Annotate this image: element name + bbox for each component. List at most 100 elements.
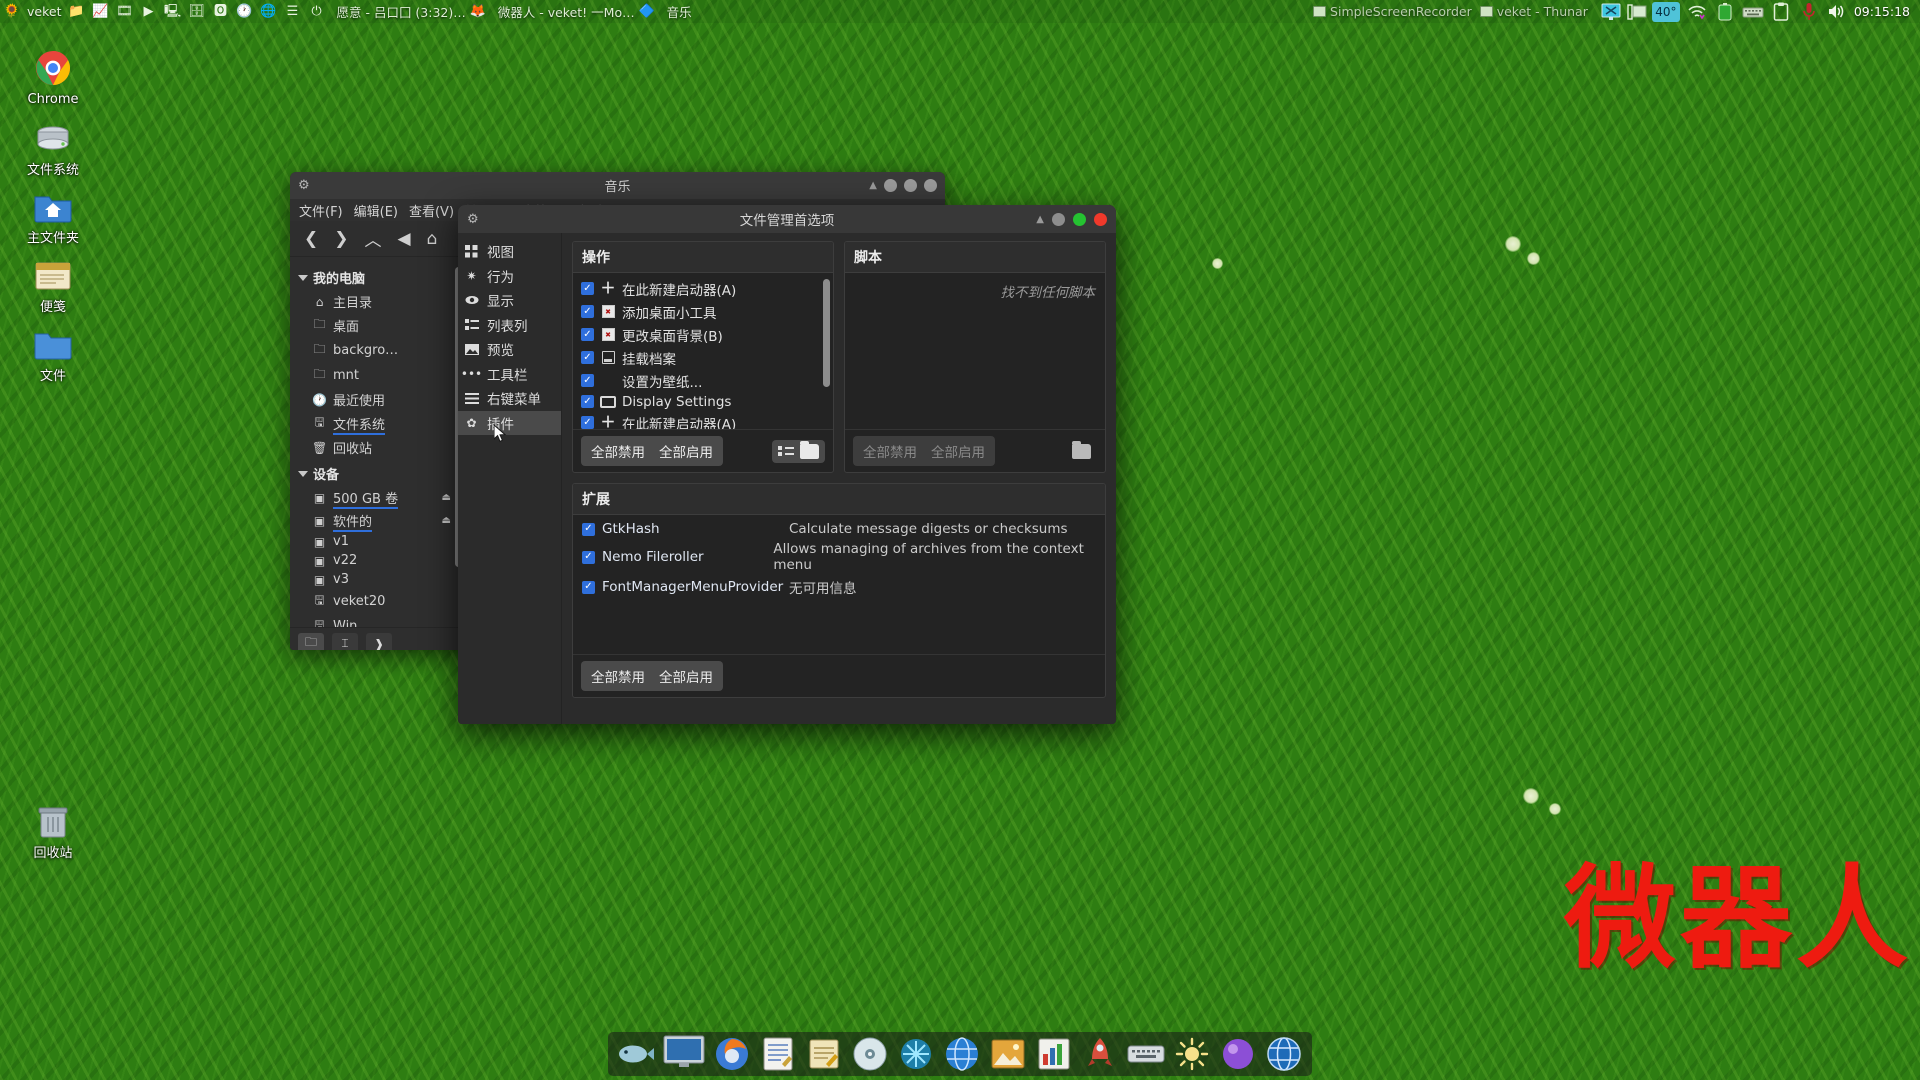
ball-icon[interactable] [1218,1034,1258,1074]
app-icon[interactable]: 🔷 [636,2,658,22]
menu-file[interactable]: 文件(F) [299,201,343,220]
brightness-icon[interactable] [1172,1034,1212,1074]
expander-icon[interactable] [298,274,308,281]
up-icon[interactable]: ︿ [365,226,382,251]
desktop-icon-chrome[interactable]: Chrome [8,46,98,108]
checkbox[interactable] [581,395,594,408]
nav-item-plugins[interactable]: ✿ 插件 [458,410,561,435]
browser-icon[interactable] [1264,1034,1304,1074]
eject-icon[interactable]: ⏏ [442,515,451,526]
extension-row[interactable]: GtkHash Calculate message digests or che… [573,519,1105,539]
files-icon[interactable]: 📁 [65,2,87,22]
scripts-list[interactable]: 找不到任何脚本 [845,273,1105,429]
tree-group-mycomputer[interactable]: 我的电脑 [296,265,465,290]
tree-item-filesystem[interactable]: 🖫 文件系统 [296,411,465,436]
scripts-toggle-all-button[interactable]: 全部禁用 全部启用 [853,436,995,466]
archive-icon[interactable]: 🗄 [185,2,207,22]
globe-blue-icon[interactable] [942,1034,982,1074]
desktop-icon-home[interactable]: 主文件夹 [8,185,98,247]
checkbox[interactable] [581,282,594,295]
nav-item-behavior[interactable]: ✷ 行为 [458,264,561,289]
battery-icon[interactable] [1714,2,1736,22]
desktop-icon-filesystem[interactable]: 文件系统 [8,117,98,179]
nav-item-preview[interactable]: 预览 [458,337,561,362]
list-view-icon[interactable] [778,446,794,456]
dialog-titlebar[interactable]: ⚙ 文件管理首选项 ▲ [458,205,1116,233]
checkbox[interactable] [581,416,594,429]
editor-icon[interactable] [758,1034,798,1074]
tree-item-home[interactable]: ⌂ 主目录 [296,290,465,313]
action-row[interactable]: 设置为壁纸... [573,369,833,392]
preferences-nav[interactable]: 视图 ✷ 行为 显示 列表列 预览 ••• 工具栏 右键菜单 ✿ 插件 [458,233,562,724]
globe-icon[interactable]: 🌐 [257,2,279,22]
back-icon[interactable]: ❮ [304,229,318,249]
temperature-indicator[interactable]: 40° [1651,1,1680,22]
tree-item-mnt[interactable]: 🗀 mnt [296,363,465,388]
firefox-icon[interactable] [712,1034,752,1074]
notes-icon[interactable] [804,1034,844,1074]
disc-icon[interactable] [850,1034,890,1074]
terminal-icon[interactable]: ❱ [366,632,392,650]
scripts-folder-button[interactable] [1066,440,1097,463]
action-row[interactable]: ＋ 在此新建启动器(A) [573,277,833,300]
tree-item-win[interactable]: 🖫 Win [296,614,465,627]
monitor-icon[interactable]: 📈 [89,2,111,22]
nav-item-view[interactable]: 视图 [458,239,561,264]
tree-item-trash[interactable]: 🗑 回收站 [296,436,465,459]
tree-item-veket20[interactable]: 🖫 veket20 [296,589,465,614]
checkbox[interactable] [582,580,595,594]
maximize-button[interactable] [1073,212,1086,226]
taskbar-window-2[interactable]: 音乐 [667,2,692,21]
folder-open-icon[interactable] [800,440,819,459]
taskbar-window-0[interactable]: 愿意 - 吕口囗 (3:32)… [336,2,465,21]
minimize-button[interactable] [884,179,897,192]
previous-icon[interactable]: ◀ [398,229,411,249]
tree-item-volume-v3[interactable]: ▣ v3 [296,570,465,589]
taskbar-window-1[interactable]: 微器人 - veket! 一Mo… [498,2,635,21]
rocket-icon[interactable] [1080,1034,1120,1074]
nav-item-display[interactable]: 显示 [458,288,561,313]
keyboard-icon[interactable] [1742,2,1764,22]
minimize-button[interactable] [1052,212,1065,226]
nav-item-list-columns[interactable]: 列表列 [458,313,561,338]
volume-icon[interactable] [1826,2,1848,22]
action-row[interactable]: Display Settings [573,392,833,411]
home-icon[interactable]: ⌂ [427,229,438,249]
desktop-icon-notes[interactable]: 便笺 [8,254,98,316]
taskbar-window-4[interactable]: veket - Thunar [1479,4,1588,19]
tree-item-volume-500gb[interactable]: ▣ 500 GB 卷 ⏏ [296,486,465,509]
dock[interactable] [608,1032,1312,1076]
action-row[interactable]: 挂载档案 [573,346,833,369]
extensions-list[interactable]: GtkHash Calculate message digests or che… [573,515,1105,654]
tree-item-volume-v1[interactable]: ▣ v1 [296,532,465,551]
preferences-dialog[interactable]: ⚙ 文件管理首选项 ▲ 视图 ✷ 行为 显示 列表列 预览 ••• 工具栏 右键… [458,205,1116,724]
tree-item-desktop[interactable]: 🗀 桌面 [296,313,465,338]
desktop-icon-files[interactable]: 文件 [8,323,98,385]
menu-icon[interactable]: 🌻 [1,2,23,22]
expander-icon[interactable] [298,470,308,477]
monitor-app-icon[interactable] [662,1030,706,1074]
checkbox[interactable] [581,351,594,364]
nav-item-toolbar[interactable]: ••• 工具栏 [458,362,561,387]
close-button[interactable] [1094,212,1107,226]
play-icon[interactable]: ▶ [137,2,159,22]
actions-view-buttons[interactable] [772,439,825,463]
screensaver-icon[interactable] [1600,2,1622,22]
extensions-toggle-all-button[interactable]: 全部禁用 全部启用 [581,661,723,691]
sidebar-tree[interactable]: 我的电脑 ⌂ 主目录 🗀 桌面 🗀 backgro… 🗀 mnt 🕐 最近使用 [290,257,465,627]
checkbox[interactable] [581,328,594,341]
list-icon[interactable]: ☰ [281,2,303,22]
shade-icon[interactable]: ▲ [869,180,877,191]
fish-app-icon[interactable] [616,1034,656,1074]
clock-icon[interactable]: 🕐 [233,2,255,22]
checkbox[interactable] [581,374,594,387]
action-row[interactable]: ✖ 更改桌面背景(B) [573,323,833,346]
tree-group-devices[interactable]: 设备 [296,461,465,486]
checkbox[interactable] [582,550,595,564]
actions-list[interactable]: ＋ 在此新建启动器(A) ✖ 添加桌面小工具 ✖ 更改桌面背景(B) [573,273,833,429]
tree-item-volume-software[interactable]: ▣ 软件的 ⏏ [296,509,465,532]
window-list-icon[interactable] [1626,2,1648,22]
tree-item-recent[interactable]: 🕐 最近使用 [296,388,465,411]
eject-icon[interactable]: ⏏ [442,492,451,503]
close-button[interactable] [924,179,937,192]
